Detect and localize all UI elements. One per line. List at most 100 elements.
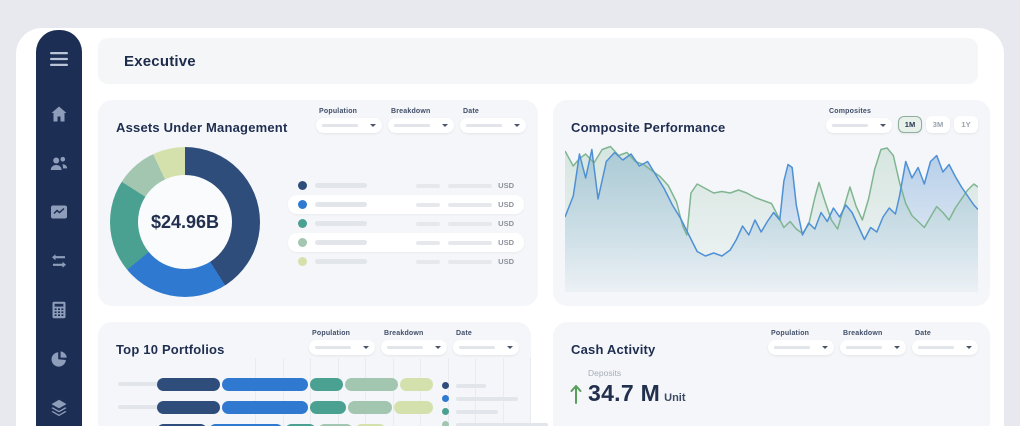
bar-segment [394, 401, 433, 414]
portfolio-bar-row[interactable] [98, 401, 433, 414]
composites-filter: Composites [826, 108, 892, 133]
home-icon[interactable] [49, 104, 69, 124]
redacted-name-placeholder [315, 240, 367, 245]
range-button-1m[interactable]: 1M [898, 116, 922, 133]
aum-legend-row[interactable]: USD [288, 252, 524, 271]
bar-segment [157, 378, 220, 391]
top10-legend-item[interactable] [442, 395, 548, 402]
aum-legend-row[interactable]: USD [288, 195, 524, 214]
bar-segment [345, 378, 397, 391]
bar-segment [400, 378, 433, 391]
chevron-down-icon [507, 346, 513, 349]
redacted-value-placeholder [416, 184, 440, 188]
redacted-value-placeholder [448, 222, 492, 226]
composite-performance-chart[interactable] [565, 142, 978, 292]
bar-segment [310, 401, 346, 414]
aum-legend-row[interactable]: USD [288, 233, 524, 252]
filter-label: Population [312, 330, 375, 337]
calculator-icon[interactable] [49, 300, 69, 320]
card-composite-performance: Composite Performance Composites 1M3M1Y [553, 100, 990, 306]
placeholder-dash [459, 346, 495, 349]
placeholder-dash [394, 124, 430, 127]
aum-legend-row[interactable]: USD [288, 176, 524, 195]
legend-dot [298, 219, 307, 228]
filter-label: Date [456, 330, 519, 337]
sidebar [36, 30, 82, 426]
placeholder-dash [315, 346, 351, 349]
date-select[interactable] [460, 118, 526, 133]
top10-legend-item[interactable] [442, 408, 548, 415]
aum-total-value: $24.96B [110, 147, 260, 297]
filter-label: Date [915, 330, 978, 337]
allocation-pie-icon[interactable] [49, 349, 69, 369]
top10-legend-item[interactable] [442, 382, 548, 389]
breakdown-filter: Breakdown [388, 108, 454, 133]
chevron-down-icon [435, 346, 441, 349]
placeholder-dash [832, 124, 868, 127]
composites-select[interactable] [826, 118, 892, 133]
card-title: Top 10 Portfolios [116, 342, 225, 357]
performance-icon[interactable] [49, 202, 69, 222]
population-select[interactable] [768, 340, 834, 355]
transactions-icon[interactable] [49, 251, 69, 271]
currency-label: USD [498, 200, 514, 209]
top10-bar-chart[interactable] [98, 358, 531, 426]
card-top10-portfolios: Top 10 Portfolios Population Breakdown D… [98, 322, 531, 426]
date-select[interactable] [453, 340, 519, 355]
redacted-row-label [118, 405, 158, 409]
date-filter: Date [453, 330, 519, 355]
breakdown-filter: Breakdown [381, 330, 447, 355]
redacted-name-placeholder [315, 259, 367, 264]
population-select[interactable] [316, 118, 382, 133]
card-assets-under-management: Assets Under Management Population Break… [98, 100, 538, 306]
filter-label: Composites [829, 108, 892, 115]
redacted-value-placeholder [448, 203, 492, 207]
aum-legend: USD USD USD USD USD [288, 176, 524, 271]
legend-dot [442, 395, 449, 402]
card-filters: Population Breakdown Date [309, 330, 519, 355]
aum-legend-row[interactable]: USD [288, 214, 524, 233]
menu-icon[interactable] [50, 52, 68, 66]
deposits-unit: Unit [664, 392, 685, 404]
chevron-down-icon [880, 124, 886, 127]
aum-donut-wrap: $24.96B [110, 147, 260, 297]
population-filter: Population [768, 330, 834, 355]
redacted-row-label [118, 382, 158, 386]
top10-rows [98, 378, 433, 426]
range-buttons: 1M3M1Y [898, 116, 978, 133]
redacted-value-placeholder [416, 203, 440, 207]
deposits-metric: Deposits 34.7 M Unit [569, 368, 686, 407]
date-select[interactable] [912, 340, 978, 355]
filter-label: Breakdown [384, 330, 447, 337]
breakdown-select[interactable] [381, 340, 447, 355]
placeholder-dash [387, 346, 423, 349]
redacted-name-placeholder [456, 397, 518, 401]
legend-dot [298, 200, 307, 209]
filter-label: Population [319, 108, 382, 115]
range-button-1y[interactable]: 1Y [954, 116, 978, 133]
bar-segment [348, 401, 392, 414]
currency-label: USD [498, 238, 514, 247]
chevron-down-icon [363, 346, 369, 349]
breakdown-select[interactable] [388, 118, 454, 133]
filter-label: Population [771, 330, 834, 337]
population-select[interactable] [309, 340, 375, 355]
breakdown-select[interactable] [840, 340, 906, 355]
holdings-layers-icon[interactable] [49, 398, 69, 418]
legend-dot [298, 238, 307, 247]
chevron-down-icon [370, 124, 376, 127]
chevron-down-icon [514, 124, 520, 127]
range-button-3m[interactable]: 3M [926, 116, 950, 133]
card-title: Assets Under Management [116, 120, 287, 135]
legend-dot [298, 181, 307, 190]
card-title: Composite Performance [571, 120, 725, 135]
top10-legend-item[interactable] [442, 421, 548, 426]
chevron-down-icon [966, 346, 972, 349]
card-cash-activity: Cash Activity Population Breakdown Date [553, 322, 990, 426]
date-filter: Date [912, 330, 978, 355]
deposits-label: Deposits [588, 368, 686, 378]
clients-icon[interactable] [49, 153, 69, 173]
bar-segment [310, 378, 343, 391]
portfolio-bar-row[interactable] [98, 378, 433, 391]
redacted-name-placeholder [315, 221, 367, 226]
